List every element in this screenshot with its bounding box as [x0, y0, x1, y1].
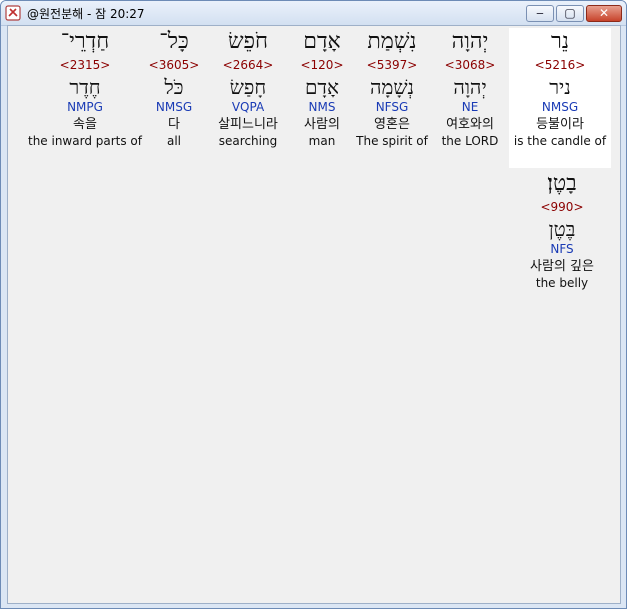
english-gloss: the belly [535, 276, 589, 290]
hebrew-word: יְהוָה [451, 29, 489, 54]
korean-gloss: 사람의 [304, 117, 340, 132]
english-gloss: all [166, 134, 182, 148]
strong-number[interactable]: <3068> [431, 58, 509, 74]
hebrew-word: כָּל־ [159, 29, 189, 54]
word-cell-1[interactable]: נֵר <5216> ניר NMSG 등불이라 is the candle o… [509, 28, 611, 168]
morphology-code: NFS [550, 242, 574, 256]
korean-gloss: 살피느니라 [218, 117, 278, 132]
english-gloss: man [308, 134, 336, 148]
minimize-icon: ‒ [536, 6, 544, 20]
word-cell-2[interactable]: יְהוָה <3068> יְהוָה NE 여호와의 the LORD [431, 28, 509, 149]
window-title: @원전분해 - 잠 20:27 [27, 7, 145, 21]
hebrew-word: נֵר [551, 29, 569, 54]
korean-gloss: 영혼은 [374, 117, 410, 132]
strong-number[interactable]: <990> [519, 200, 605, 216]
korean-gloss: 여호와의 [446, 117, 494, 132]
hebrew-word: חֹפֵשׂ [227, 29, 269, 54]
maximize-icon: ▢ [564, 6, 576, 20]
title-bar[interactable]: @원전분해 - 잠 20:27 ‒ ▢ ✕ [1, 1, 626, 26]
strong-number[interactable]: <2664> [205, 58, 291, 74]
word-cell-8[interactable]: בָטֶן׃ <990> בֶּטֶן NFS 사람의 깊은 the belly [519, 170, 605, 291]
hebrew-root: בֶּטֶן [548, 217, 576, 241]
morphology-code: NMSG [155, 100, 193, 114]
strong-number[interactable]: <5216> [509, 58, 611, 74]
bible-app-icon [5, 5, 21, 21]
maximize-button[interactable]: ▢ [556, 5, 584, 22]
morphology-code: VQPA [231, 100, 265, 114]
hebrew-root: חָפַשׂ [229, 75, 267, 99]
hebrew-word: נִשְׁמַת [367, 29, 417, 54]
korean-gloss: 사람의 깊은 [530, 259, 594, 274]
hebrew-root: יְהוָה [453, 75, 487, 99]
strong-number[interactable]: <5397> [353, 58, 431, 74]
hebrew-word: חַדְרֵי־ [60, 29, 110, 54]
close-button[interactable]: ✕ [586, 5, 622, 22]
korean-gloss: 다 [168, 117, 180, 132]
word-cell-4[interactable]: אָדָם <120> אָדָם NMS 사람의 man [282, 28, 362, 149]
hebrew-root: כֹּל [164, 75, 184, 99]
word-cell-5[interactable]: חֹפֵשׂ <2664> חָפַשׂ VQPA 살피느니라 searchin… [205, 28, 291, 149]
strong-number[interactable]: <3605> [137, 58, 211, 74]
english-gloss: searching [218, 134, 278, 148]
morphology-code: NMSG [541, 100, 579, 114]
english-gloss: is the candle of [513, 134, 607, 148]
word-cell-3[interactable]: נִשְׁמַת <5397> נְשָׁמָה NFSG 영혼은 The sp… [353, 28, 431, 149]
app-window: @원전분해 - 잠 20:27 ‒ ▢ ✕ נֵר <5216> ניר NMS… [0, 0, 627, 609]
korean-gloss: 속을 [73, 117, 97, 132]
english-gloss: the LORD [441, 134, 499, 148]
morphology-code: NMS [308, 100, 336, 114]
word-cell-7[interactable]: חַדְרֵי־ <2315> חֶדֶר NMPG 속을 the inward… [26, 28, 144, 149]
hebrew-word: אָדָם [303, 29, 341, 54]
english-gloss: The spirit of [356, 134, 428, 148]
hebrew-word: בָטֶן׃ [547, 171, 577, 196]
morphology-code: NMPG [67, 100, 103, 114]
strong-number[interactable]: <2315> [26, 58, 144, 74]
korean-gloss: 등불이라 [536, 117, 584, 132]
hebrew-root: אָדָם [304, 75, 340, 99]
strong-number[interactable]: <120> [282, 58, 362, 74]
morphology-code: NE [461, 100, 479, 114]
close-icon: ✕ [598, 6, 610, 20]
morphology-code: NFSG [375, 100, 409, 114]
hebrew-root: חֶדֶר [69, 75, 101, 99]
english-gloss: the inward parts of [27, 134, 142, 148]
word-cell-6[interactable]: כָּל־ <3605> כֹּל NMSG 다 all [137, 28, 211, 149]
hebrew-root: נְשָׁמָה [369, 75, 415, 99]
minimize-button[interactable]: ‒ [526, 5, 554, 22]
interlinear-panel: נֵר <5216> ניר NMSG 등불이라 is the candle o… [7, 25, 621, 604]
hebrew-root: ניר [549, 75, 571, 99]
